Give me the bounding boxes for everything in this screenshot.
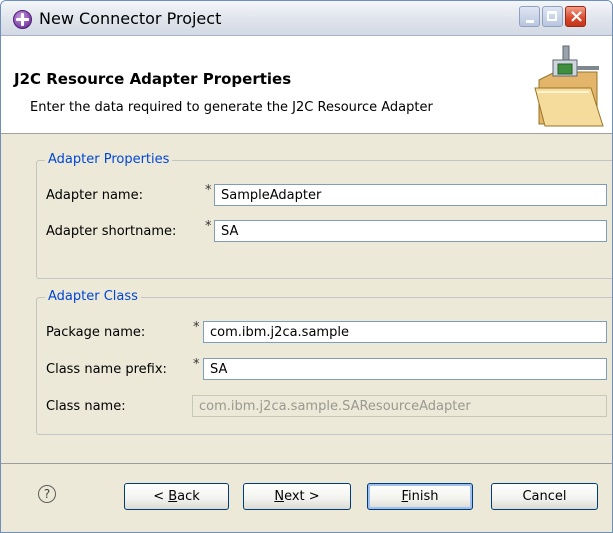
required-marker: * [205,183,212,198]
next-button-mnemonic: N [274,489,285,504]
page-title: J2C Resource Adapter Properties [14,70,292,88]
class-prefix-input[interactable] [203,358,607,380]
next-button[interactable]: Next > [243,483,351,510]
next-button-rest: ext > [284,489,320,504]
required-marker: * [193,320,200,335]
cancel-button[interactable]: Cancel [491,483,598,510]
package-name-label: Package name: [46,325,146,340]
adapter-class-group: Adapter Class Package name: * Class name… [36,289,612,435]
minimize-button[interactable] [519,6,540,27]
title-bar[interactable]: New Connector Project × [1,1,612,36]
class-prefix-label: Class name prefix: [46,362,167,377]
wizard-window: New Connector Project × J2C Resource Ada… [0,0,613,533]
close-button[interactable]: × [565,6,586,27]
class-name-label: Class name: [46,399,126,414]
package-name-input[interactable] [203,321,607,343]
finish-button-rest: inish [408,489,439,504]
window-title: New Connector Project [39,9,222,28]
adapter-name-label: Adapter name: [46,188,143,203]
maximize-button[interactable] [542,6,563,27]
page-description: Enter the data required to generate the … [30,100,433,115]
back-button-mnemonic: B [168,489,178,504]
adapter-class-legend: Adapter Class [45,289,141,304]
class-name-input [192,395,607,417]
back-button-rest: ack [177,489,200,504]
close-icon: × [569,6,585,27]
adapter-properties-legend: Adapter Properties [45,152,173,167]
footer-divider [1,463,612,464]
finish-button[interactable]: Finish [367,483,473,510]
wizard-header: J2C Resource Adapter Properties Enter th… [1,36,612,134]
maximize-icon [547,11,557,21]
help-icon[interactable]: ? [38,485,56,503]
back-button[interactable]: < Back [124,483,229,510]
minimize-icon [526,20,534,23]
folder-connector-icon [534,45,604,127]
adapter-shortname-input[interactable] [214,220,607,242]
required-marker: * [205,219,212,234]
adapter-name-input[interactable] [214,184,607,206]
adapter-properties-group: Adapter Properties Adapter name: * Adapt… [36,152,612,279]
required-marker: * [193,357,200,372]
back-button-prefix: < [153,489,169,504]
connector-project-icon [13,10,32,29]
adapter-shortname-label: Adapter shortname: [46,224,177,239]
